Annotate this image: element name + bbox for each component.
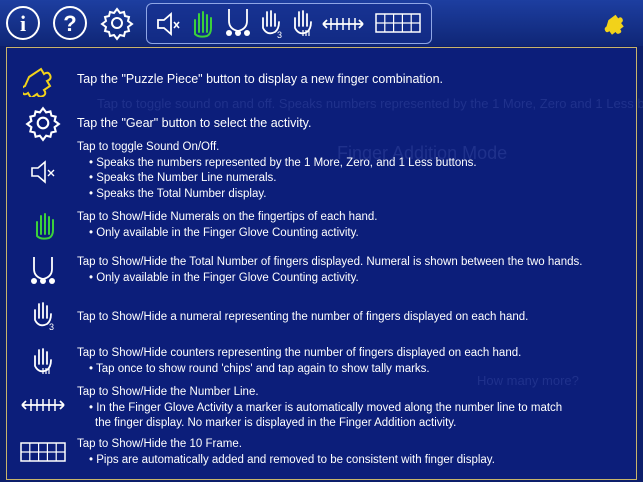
info-button[interactable]: i	[4, 4, 42, 42]
gear-button[interactable]	[98, 4, 136, 42]
help-row-text: Tap the "Gear" button to select the acti…	[77, 116, 312, 130]
hand-counters-icon	[34, 348, 52, 374]
help-row-sub: • In the Finger Glove Activity a marker …	[89, 401, 563, 414]
help-row-sub: • Speaks the Number Line numerals.	[89, 172, 277, 184]
help-row-sub: the finger display. No marker is display…	[95, 417, 457, 429]
total-number-icon	[31, 257, 55, 284]
help-row-text: Tap to Show/Hide counters representing t…	[77, 347, 522, 359]
help-row-text: Tap to Show/Hide Numerals on the fingert…	[77, 211, 378, 223]
numeral-hand-icon	[36, 213, 54, 240]
toolbar: i ? 3	[0, 0, 643, 46]
info-icon: i	[6, 6, 40, 40]
toolbar-tool-group: 3	[146, 3, 432, 44]
sound-off-icon[interactable]	[153, 10, 181, 38]
puzzle-button[interactable]	[596, 4, 634, 42]
gear-icon	[100, 7, 134, 41]
svg-text:3: 3	[49, 322, 54, 332]
help-row-sub: • Only available in the Finger Glove Cou…	[89, 226, 359, 239]
hand-numeral-icon: 3	[34, 302, 54, 332]
number-line-icon	[21, 399, 65, 411]
help-row-text: Tap to toggle Sound On/Off.	[77, 141, 220, 153]
svg-text:?: ?	[63, 11, 76, 36]
number-line-icon[interactable]	[321, 16, 365, 32]
help-row-sub: • Speaks the numbers represented by the …	[89, 156, 477, 169]
help-icon: ?	[53, 6, 87, 40]
ten-frame-icon	[20, 442, 66, 462]
puzzle-piece-icon	[23, 67, 52, 97]
help-overlay: Tap to toggle sound on and off. Speaks n…	[6, 47, 643, 480]
background-text: Tap to toggle sound on and off. Speaks n…	[97, 96, 643, 111]
help-row-sub: • Pips are automatically added and remov…	[89, 453, 495, 466]
numeral-hand-icon[interactable]	[187, 8, 215, 40]
help-button[interactable]: ?	[51, 4, 89, 42]
help-row-text: Tap the "Puzzle Piece" button to display…	[77, 72, 444, 86]
help-row-text: Tap to Show/Hide a numeral representing …	[77, 311, 529, 323]
help-row-text: Tap to Show/Hide the Number Line.	[77, 386, 259, 398]
svg-text:i: i	[20, 11, 26, 36]
help-row-sub: • Speaks the Total Number display.	[89, 187, 267, 200]
hand-numeral-icon[interactable]: 3	[257, 8, 285, 40]
total-number-icon[interactable]	[223, 7, 253, 41]
hand-counters-icon[interactable]	[289, 8, 317, 40]
sound-off-icon	[31, 160, 55, 184]
help-row-text: Tap to Show/Hide the 10 Frame.	[77, 438, 242, 450]
help-row-text: Tap to Show/Hide the Total Number of fin…	[77, 256, 583, 268]
svg-text:3: 3	[277, 30, 282, 40]
ten-frame-icon[interactable]	[375, 13, 421, 33]
help-row-sub: • Tap once to show round 'chips' and tap…	[89, 362, 430, 375]
gear-icon	[25, 106, 61, 142]
help-row-sub: • Only available in the Finger Glove Cou…	[89, 271, 359, 284]
puzzle-piece-icon	[604, 14, 624, 35]
